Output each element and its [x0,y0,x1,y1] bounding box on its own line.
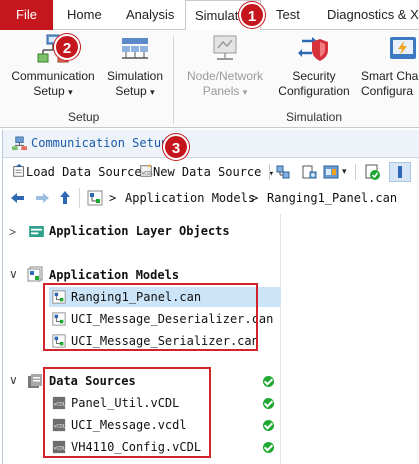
security-configuration-label-2: Configuration [278,84,350,98]
navigation-bar: > Application Models > Ranging1_Panel.ca… [3,186,419,212]
tab-file[interactable]: File [0,0,53,30]
svg-text:vCDL: vCDL [142,171,153,177]
ribbon-tab-bar: File Home Analysis Simulatio Test Diagno… [0,0,419,31]
highlight-box-data-sources [43,367,211,458]
ribbon-group-label-simulation: Simulation [286,110,343,124]
back-arrow-icon[interactable] [11,192,25,204]
step-badge-1: 1 [239,2,265,28]
communication-setup-label-1: Communication [11,69,95,83]
smart-charging-label-1: Smart Cha [361,69,419,83]
smart-charging-label-2: Configura [361,84,414,98]
panel-toggle-button[interactable] [389,162,411,182]
ribbon-group-separator [173,36,174,124]
window-title-bar: Communication Setup [3,130,419,158]
smart-charging-icon [390,37,416,59]
toolbar-separator [355,164,356,180]
status-ok-icon [263,420,274,431]
tree-item-application-models[interactable]: Application Models [49,265,179,285]
communication-setup-button[interactable]: Communication Setup ▾ [9,33,97,100]
breadcrumb-separator: > [109,191,117,205]
simulation-setup-label-2: Setup ▾ [115,84,155,98]
node-network-panels-button[interactable]: Node/Network Panels ▾ [180,33,270,100]
step-badge-2: 2 [54,34,80,60]
check-config-icon[interactable] [365,164,381,180]
load-data-source-button[interactable]: Load Data Source [12,163,142,181]
network-setup-icon [12,136,27,151]
security-config-icon [298,37,328,61]
new-data-source-button[interactable]: vCDL New Data Source ▾ [139,163,274,181]
collapse-chevron[interactable]: ∨ [9,373,18,387]
tree-view: > Application Layer Objects ∨ Applicatio… [3,214,281,464]
application-models-icon [27,266,43,282]
breadcrumb-separator: > [251,191,259,205]
chevron-down-icon: ▾ [242,87,248,97]
toolbar-separator [269,164,270,180]
data-sources-icon [28,374,42,388]
nav-separator [79,188,80,208]
step-badge-3: 3 [163,134,189,160]
breadcrumb-application-models[interactable]: Application Models [125,191,255,205]
status-ok-icon [263,442,274,453]
tree-item-application-layer-objects[interactable]: Application Layer Objects [49,221,230,241]
tab-analysis[interactable]: Analysis [126,0,174,30]
node-panels-icon [213,35,237,60]
highlight-box-models [43,283,258,351]
view-options-icon[interactable] [323,164,339,180]
status-ok-icon [263,398,274,409]
panel-toggle-icon [398,166,402,178]
security-configuration-button[interactable]: Security Configuration [272,33,356,99]
tab-test[interactable]: Test [276,0,300,30]
collapse-chevron[interactable]: ∨ [9,267,18,281]
ribbon-group-label-setup: Setup [68,110,100,124]
communication-setup-label-2: Setup ▾ [33,84,73,98]
window-toolbar: Load Data Source vCDL New Data Source ▾ … [3,160,419,184]
communication-setup-window: Communication Setup Load Data Source vCD… [2,130,419,464]
simulation-setup-icon [122,38,148,59]
add-model-icon[interactable] [301,164,317,180]
chevron-down-icon: ▾ [68,87,73,97]
node-panels-label-1: Node/Network [186,69,264,83]
simulation-setup-label-1: Simulation [106,69,164,83]
load-file-icon [13,164,24,177]
breadcrumb-ranging1-panel[interactable]: Ranging1_Panel.can [267,191,397,205]
status-ok-icon [263,376,274,387]
application-models-icon [87,190,103,206]
add-node-icon[interactable] [275,164,291,180]
up-arrow-icon[interactable] [59,191,71,205]
window-title: Communication Setup [31,136,169,150]
expand-chevron[interactable]: > [9,225,16,239]
smart-charging-configuration-button[interactable]: Smart Cha Configura [361,33,419,99]
security-configuration-label-1: Security [292,69,336,83]
tab-home[interactable]: Home [67,0,102,30]
chevron-down-icon: ▾ [150,87,155,97]
application-layer-icon [29,226,44,237]
tab-diagnostics[interactable]: Diagnostics & XC [327,0,419,30]
forward-arrow-icon[interactable] [35,192,49,204]
simulation-setup-button[interactable]: Simulation Setup ▾ [104,33,166,100]
chevron-down-icon[interactable]: ▾ [342,166,347,177]
new-vcdl-icon: vCDL [140,164,154,177]
node-panels-label-2: Panels ▾ [202,84,248,98]
